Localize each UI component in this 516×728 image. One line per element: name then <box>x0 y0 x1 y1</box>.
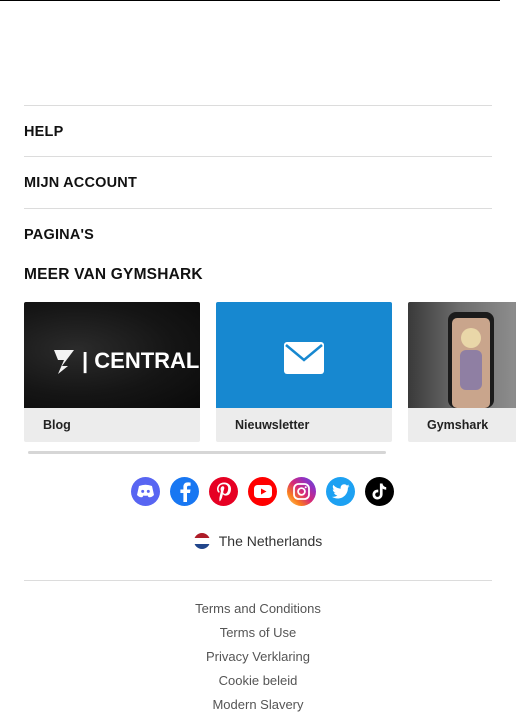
link-modern-slavery[interactable]: Modern Slavery <box>0 696 516 720</box>
link-terms-of-use[interactable]: Terms of Use <box>0 624 516 648</box>
footer-divider <box>24 580 492 581</box>
accordion-help-label: HELP <box>24 123 64 140</box>
tiktok-icon[interactable] <box>365 477 394 506</box>
netherlands-flag-icon <box>193 533 210 549</box>
facebook-icon[interactable] <box>170 477 199 506</box>
instagram-icon[interactable] <box>287 477 316 506</box>
blog-image: | CENTRAL <box>24 302 200 408</box>
link-cookie-policy[interactable]: Cookie beleid <box>0 672 516 696</box>
discord-icon[interactable] <box>131 477 160 506</box>
accordion-my-account-label: MIJN ACCOUNT <box>24 174 138 191</box>
newsletter-image <box>216 302 392 408</box>
carousel-scrollbar[interactable] <box>28 451 386 454</box>
youtube-icon[interactable] <box>248 477 277 506</box>
accordion-pages-label: PAGINA'S <box>24 226 95 243</box>
footer-links: Terms and Conditions Terms of Use Privac… <box>0 600 516 720</box>
card-blog-label: Blog <box>43 418 71 432</box>
envelope-icon <box>284 342 324 374</box>
card-newsletter[interactable]: Nieuwsletter <box>216 302 392 442</box>
blog-image-text: | CENTRAL <box>82 348 199 373</box>
card-newsletter-label: Nieuwsletter <box>235 418 310 432</box>
gymshark-app-image <box>408 302 516 408</box>
card-gymshark-app[interactable]: Gymshark <box>408 302 516 442</box>
accordion-help[interactable]: HELP <box>24 105 492 157</box>
top-divider <box>0 0 500 1</box>
more-carousel[interactable]: | CENTRAL Blog Nieuwsletter Gymshark <box>24 302 516 442</box>
more-from-gymshark-title: MEER VAN GYMSHARK <box>24 266 203 283</box>
link-privacy[interactable]: Privacy Verklaring <box>0 648 516 672</box>
accordion-my-account[interactable]: MIJN ACCOUNT <box>24 156 492 208</box>
pinterest-icon[interactable] <box>209 477 238 506</box>
link-terms-conditions[interactable]: Terms and Conditions <box>0 600 516 624</box>
card-gymshark-label: Gymshark <box>427 418 489 432</box>
card-blog[interactable]: | CENTRAL Blog <box>24 302 200 442</box>
country-selector[interactable]: The Netherlands <box>0 533 516 549</box>
country-name: The Netherlands <box>218 533 323 549</box>
accordion-pages[interactable]: PAGINA'S <box>24 208 492 260</box>
twitter-icon[interactable] <box>326 477 355 506</box>
social-links <box>131 477 394 506</box>
